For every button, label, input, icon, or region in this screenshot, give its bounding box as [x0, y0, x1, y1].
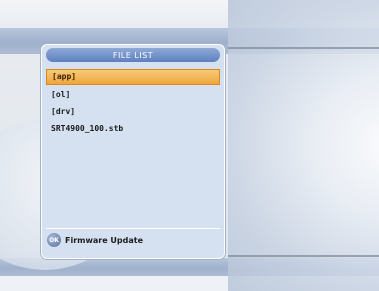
scanline-decoration — [228, 255, 379, 257]
background-light — [228, 0, 379, 291]
firmware-update-hint[interactable]: OK Firmware Update — [47, 233, 143, 247]
list-item-firmware-file[interactable]: SRT4900_100.stb — [46, 122, 220, 136]
panel-title: FILE LIST — [46, 48, 220, 62]
footer-divider — [46, 228, 220, 229]
file-list-panel: FILE LIST [app] [ol] [drv] SRT4900_100.s… — [41, 44, 225, 259]
list-item-app[interactable]: [app] — [46, 69, 220, 85]
scanline-decoration — [228, 47, 379, 49]
list-item-ol[interactable]: [ol] — [46, 88, 220, 102]
file-list: [app] [ol] [drv] SRT4900_100.stb — [46, 69, 220, 139]
list-item-drv[interactable]: [drv] — [46, 105, 220, 119]
ok-icon: OK — [47, 233, 61, 247]
firmware-update-label: Firmware Update — [65, 235, 144, 245]
